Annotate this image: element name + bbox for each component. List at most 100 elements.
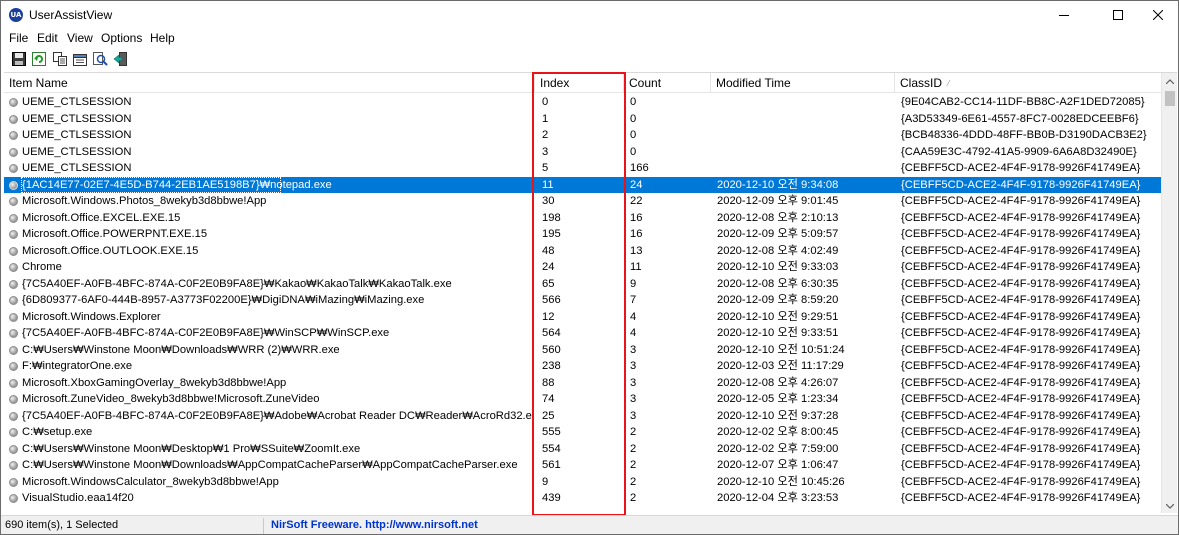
title-bar[interactable]: UA UserAssistView <box>1 1 1178 29</box>
table-row[interactable]: C:₩Users₩Winstone Moon₩Desktop₩1 Pro₩SSu… <box>4 441 1161 458</box>
toolbar <box>1 47 1178 71</box>
index-cell: 5 <box>542 162 549 174</box>
classid-cell: {9E04CAB2-CC14-11DF-BB8C-A2F1DED72085} <box>901 96 1145 108</box>
classid-cell: {CAA59E3C-4792-41A5-9909-6A6A8D32490E} <box>901 145 1137 158</box>
table-row[interactable]: Microsoft.Windows.Explorer 12 4 2020-12-10 … <box>4 309 1161 326</box>
modified-time-cell: 2020-12-08 오후 6:30:35 <box>717 277 839 290</box>
table-row[interactable]: {7C5A40EF-A0FB-4BFC-874A-C0F2E0B9FA8E}₩A… <box>4 408 1161 425</box>
minimize-button[interactable] <box>1041 1 1087 29</box>
modified-time-cell <box>717 94 892 111</box>
find-button[interactable] <box>91 50 109 68</box>
modified-time-cell: 2020-12-05 오후 1:23:34 <box>717 393 839 405</box>
find-icon <box>92 52 108 66</box>
entry-icon <box>9 131 18 140</box>
modified-time-cell: 2020-12-10 오전 9:34:08 <box>717 178 839 191</box>
classid-cell: {CEBFF5CD-ACE2-4F4F-9178-9926F41749EA} <box>901 360 1141 372</box>
sort-ascending-icon: ⁄ <box>948 78 950 88</box>
table-row[interactable]: {6D809377-6AF0-444B-8957-A3773F02200E}₩D… <box>4 292 1161 309</box>
modified-time-cell: 2020-12-02 오후 7:59:00 <box>717 442 839 455</box>
menu-file[interactable]: File <box>9 31 28 45</box>
properties-button[interactable] <box>71 50 89 68</box>
item-name-cell: Microsoft.Office.EXCEL.EXE.15 <box>22 211 181 224</box>
minimize-icon <box>1059 15 1069 16</box>
entry-icon <box>9 230 18 239</box>
table-row[interactable]: {7C5A40EF-A0FB-4BFC-874A-C0F2E0B9FA8E}₩W… <box>4 325 1161 342</box>
table-row[interactable]: C:₩setup.exe 555 2 2020-12-02 오후 8:00:45 {CE… <box>4 424 1161 441</box>
item-name-cell: Microsoft.Office.OUTLOOK.EXE.15 <box>22 244 199 257</box>
entry-icon <box>9 378 18 388</box>
item-name-cell: C:₩setup.exe <box>22 426 93 438</box>
index-cell: 24 <box>542 261 555 273</box>
table-row[interactable]: Microsoft.Office.OUTLOOK.EXE.15 48 13 2020-… <box>4 243 1161 260</box>
exit-button[interactable] <box>111 50 129 68</box>
menu-edit[interactable]: Edit <box>37 31 58 45</box>
table-row[interactable]: Microsoft.Office.EXCEL.EXE.15 198 16 2020-1… <box>4 210 1161 227</box>
menu-help[interactable]: Help <box>150 31 175 45</box>
table-row[interactable]: Microsoft.WindowsCalculator_8wekyb3d8bbw… <box>4 474 1161 491</box>
table-row-selected[interactable]: {1AC14E77-02E7-4E5D-B744-2EB1AE5198B7}₩n… <box>4 176 1161 193</box>
column-header-modified-time[interactable]: Modified Time <box>711 73 895 93</box>
scroll-thumb[interactable] <box>1165 91 1175 106</box>
entry-icon <box>9 296 18 305</box>
table-row[interactable]: UEME_CTLSESSION 5 166 {CEBFF5CD-ACE2-4F4F-9… <box>4 160 1161 177</box>
close-icon <box>1153 10 1163 20</box>
menu-options[interactable]: Options <box>101 31 142 45</box>
index-cell: 25 <box>542 409 555 422</box>
scroll-down-button[interactable] <box>1162 498 1177 513</box>
classid-cell: {CEBFF5CD-ACE2-4F4F-9178-9926F41749EA} <box>901 492 1141 504</box>
item-name-cell: UEME_CTLSESSION <box>22 96 132 108</box>
table-row[interactable]: UEME_CTLSESSION 1 0 {A3D53349-6E61-4557-8FC… <box>4 111 1161 128</box>
table-row[interactable]: UEME_CTLSESSION 3 0 {CAA59E3C-4792-41A5-990… <box>4 144 1161 161</box>
index-cell: 2 <box>542 129 549 141</box>
modified-time-cell: 2020-12-02 오후 8:00:45 <box>717 426 839 438</box>
column-header-count[interactable]: Count <box>624 73 711 93</box>
refresh-icon <box>32 52 46 66</box>
table-row[interactable]: {7C5A40EF-A0FB-4BFC-874A-C0F2E0B9FA8E}₩K… <box>4 276 1161 293</box>
table-row[interactable]: F:₩integratorOne.exe 238 3 2020-12-03 오전 11… <box>4 358 1161 375</box>
save-button[interactable] <box>10 50 28 68</box>
modified-time-cell: 2020-12-03 오전 11:17:29 <box>717 360 844 372</box>
table-row[interactable]: VisualStudio.eaa14f20 439 2 2020-12-04 오후 3… <box>4 490 1161 507</box>
vertical-scrollbar[interactable] <box>1161 73 1177 513</box>
table-row[interactable]: UEME_CTLSESSION 2 0 {BCB48336-4DDD-48FF-BB0… <box>4 127 1161 144</box>
table-row[interactable]: Microsoft.Windows.Photos_8wekyb3d8bbwe!A… <box>4 193 1161 210</box>
classid-cell: {CEBFF5CD-ACE2-4F4F-9178-9926F41749EA} <box>901 426 1141 438</box>
classid-cell: {CEBFF5CD-ACE2-4F4F-9178-9926F41749EA} <box>901 475 1141 488</box>
close-button[interactable] <box>1135 1 1178 29</box>
count-cell: 4 <box>630 310 637 323</box>
item-name-cell: F:₩integratorOne.exe <box>22 360 133 372</box>
status-divider <box>263 518 264 534</box>
table-row[interactable]: Chrome 24 11 2020-12-10 오전 9:33:03 {CEBFF5CD… <box>4 259 1161 276</box>
copy-button[interactable] <box>51 50 69 68</box>
nirsoft-link[interactable]: NirSoft Freeware. http://www.nirsoft.net <box>271 519 478 531</box>
table-row[interactable]: C:₩Users₩Winstone Moon₩Downloads₩AppComp… <box>4 457 1161 474</box>
classid-cell: {CEBFF5CD-ACE2-4F4F-9178-9926F41749EA} <box>901 310 1141 323</box>
column-header-item-name[interactable]: Item Name <box>4 73 535 93</box>
refresh-button[interactable] <box>30 50 48 68</box>
menu-view[interactable]: View <box>67 31 93 45</box>
scroll-up-button[interactable] <box>1162 73 1177 89</box>
modified-time-cell <box>717 160 892 177</box>
count-cell: 16 <box>630 228 643 240</box>
table-row[interactable]: UEME_CTLSESSION 0 0 {9E04CAB2-CC14-11DF-BB8… <box>4 94 1161 111</box>
table-row[interactable]: Microsoft.XboxGamingOverlay_8wekyb3d8bbw… <box>4 375 1161 392</box>
modified-time-cell: 2020-12-09 오후 9:01:45 <box>717 195 839 207</box>
count-cell: 0 <box>630 145 637 158</box>
table-row[interactable]: Microsoft.Office.POWERPNT.EXE.15 195 16 202… <box>4 226 1161 243</box>
count-cell: 11 <box>630 261 642 273</box>
entry-icon <box>9 279 18 289</box>
classid-cell: {CEBFF5CD-ACE2-4F4F-9178-9926F41749EA} <box>901 376 1141 389</box>
entry-icon <box>9 98 18 107</box>
classid-cell: {CEBFF5CD-ACE2-4F4F-9178-9926F41749EA} <box>901 343 1141 356</box>
table-row[interactable]: C:₩Users₩Winstone Moon₩Downloads₩WRR (2)… <box>4 342 1161 359</box>
column-header-index[interactable]: Index <box>535 73 624 93</box>
count-cell: 24 <box>630 178 643 191</box>
menu-bar: File Edit View Options Help <box>1 29 1178 47</box>
index-cell: 65 <box>542 277 555 290</box>
count-cell: 0 <box>630 129 637 141</box>
table-row[interactable]: Microsoft.ZuneVideo_8wekyb3d8bbwe!Micros… <box>4 391 1161 408</box>
entry-icon <box>9 263 18 272</box>
column-header-classid[interactable]: ClassID ⁄ <box>895 73 1161 93</box>
index-cell: 88 <box>542 376 555 389</box>
user-assist-list[interactable]: Item Name Index Count Modified Time Clas… <box>4 72 1177 513</box>
